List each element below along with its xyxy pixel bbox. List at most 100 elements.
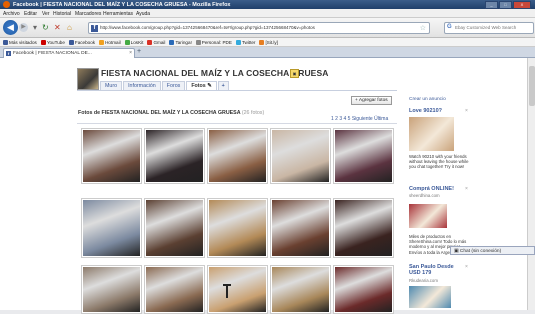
photo-thumbnail[interactable] <box>207 198 268 258</box>
tab-bar: f Facebook | FIESTA NACIONAL DE... × + <box>0 47 535 58</box>
back-arrow-icon[interactable]: ◀ <box>3 20 18 35</box>
bookmark-item[interactable]: LosKit <box>124 39 143 45</box>
photo-thumbnail[interactable] <box>333 128 394 184</box>
bookmark-favicon-icon <box>147 39 153 45</box>
bookmark-label: Twitter <box>241 39 256 45</box>
menu-bar: Archivo Editar Ver Historial Marcadores … <box>0 9 535 18</box>
bookmark-label: Gmail <box>153 39 166 45</box>
bookmark-item[interactable]: Personal: PDE <box>195 39 232 45</box>
bookmarks-bar: Más visitados YouTube Facebook Hotmail LosKi… <box>0 38 535 47</box>
photo-image <box>209 130 266 182</box>
search-box[interactable]: G <box>444 22 534 34</box>
photo-image <box>209 200 266 256</box>
bookmark-favicon-icon <box>195 39 201 45</box>
photo-thumbnail[interactable] <box>207 128 268 184</box>
chat-label: Chat (sin conexión) <box>459 249 502 254</box>
photo-thumbnail[interactable] <box>333 198 394 258</box>
add-photos-button[interactable]: + Agregar fotos <box>351 96 392 105</box>
scrollbar[interactable] <box>527 58 535 310</box>
firefox-logo-icon <box>3 1 10 8</box>
photo-thumbnail[interactable] <box>144 198 205 258</box>
photo-thumbnail[interactable] <box>207 265 268 314</box>
close-window-button[interactable]: X <box>513 1 531 9</box>
menu-ver[interactable]: Ver <box>42 11 50 17</box>
photo-thumbnail[interactable] <box>270 128 331 184</box>
search-input[interactable] <box>455 24 529 31</box>
photo-image <box>335 267 392 312</box>
divider <box>77 90 397 91</box>
photo-thumbnail[interactable] <box>144 265 205 314</box>
bookmark-item[interactable]: Hotmail <box>99 39 121 45</box>
menu-herramientas[interactable]: Herramientas <box>103 11 133 17</box>
close-icon[interactable]: × <box>465 108 468 114</box>
bookmark-item[interactable]: Gmail <box>147 39 166 45</box>
photo-image <box>146 200 203 256</box>
ad-image[interactable] <box>409 286 451 308</box>
tab-close-icon[interactable]: × <box>129 50 132 56</box>
ad-domain: Rkudearia.com <box>409 278 438 283</box>
bookmark-label: Más visitados <box>9 39 37 45</box>
url-bar[interactable]: f http://www.facebook.com/group.php?gid=… <box>88 22 430 34</box>
stop-icon[interactable]: ✕ <box>54 23 61 32</box>
tab-label: Facebook | FIESTA NACIONAL DE... <box>13 50 92 56</box>
bookmark-label: Personal: PDE <box>201 39 232 45</box>
facebook-favicon-icon: f <box>6 50 11 56</box>
pagination[interactable]: 1 2 3 4 5 Siguiente Última <box>331 116 388 122</box>
photo-image <box>335 130 392 182</box>
home-icon[interactable]: ⌂ <box>67 23 72 32</box>
ad-title[interactable]: Love 90210? <box>409 108 442 114</box>
photo-thumbnail[interactable] <box>270 265 331 314</box>
text-cursor-icon <box>223 284 231 298</box>
close-icon[interactable]: × <box>465 186 468 192</box>
photos-heading: Fotos de FIESTA NACIONAL DEL MAÍZ Y LA C… <box>78 110 264 116</box>
bookmark-star-icon[interactable]: ☆ <box>420 24 426 32</box>
photos-heading-text: Fotos de FIESTA NACIONAL DEL MAÍZ Y LA C… <box>78 110 241 116</box>
ad-title[interactable]: Comprá ONLINE! <box>409 186 454 192</box>
bookmark-label: Hotmail <box>105 39 121 45</box>
search-engine-icon[interactable]: G <box>447 24 452 30</box>
photo-thumbnail[interactable] <box>333 265 394 314</box>
photo-image <box>209 267 266 312</box>
photo-image <box>272 267 329 312</box>
bookmark-item[interactable]: Taringa! <box>169 39 192 45</box>
ad-title[interactable]: San Paulo Desde USD 179 <box>409 264 454 276</box>
window-title: Facebook | FIESTA NACIONAL DEL MAÍZ Y LA… <box>13 1 231 8</box>
chat-bar[interactable]: ▣ Chat (sin conexión) <box>450 246 535 255</box>
bookmark-favicon-icon <box>99 39 105 45</box>
bookmark-item[interactable]: Más visitados <box>3 39 37 45</box>
dropdown-icon[interactable]: ▾ <box>33 23 37 32</box>
ad-image[interactable] <box>409 204 447 228</box>
new-tab-button[interactable]: + <box>137 48 141 55</box>
forward-arrow-icon[interactable]: ▶ <box>19 23 28 32</box>
tab-facebook[interactable]: f Facebook | FIESTA NACIONAL DE... × <box>3 48 135 58</box>
photo-image <box>335 200 392 256</box>
photo-thumbnail[interactable] <box>81 265 142 314</box>
photo-image <box>83 130 140 182</box>
bookmark-favicon-icon <box>3 39 8 45</box>
photo-thumbnail[interactable] <box>81 128 142 184</box>
close-icon[interactable]: × <box>465 264 468 270</box>
maximize-button[interactable]: □ <box>499 1 512 9</box>
create-ad-link[interactable]: Crear un anuncio <box>409 97 446 102</box>
menu-ayuda[interactable]: Ayuda <box>136 11 150 17</box>
reload-icon[interactable]: ↻ <box>42 23 49 32</box>
bookmark-item[interactable]: Facebook <box>68 39 95 45</box>
menu-editar[interactable]: Editar <box>24 11 37 17</box>
photo-thumbnail[interactable] <box>144 128 205 184</box>
bookmark-item[interactable]: [Sit.ly] <box>259 39 278 45</box>
menu-archivo[interactable]: Archivo <box>3 11 20 17</box>
bookmark-favicon-icon <box>259 39 265 45</box>
menu-historial[interactable]: Historial <box>53 11 71 17</box>
minimize-button[interactable]: _ <box>485 1 498 9</box>
photo-image <box>146 130 203 182</box>
bookmark-item[interactable]: Twitter <box>235 39 256 45</box>
group-picture[interactable] <box>77 68 99 90</box>
photo-thumbnail[interactable] <box>81 198 142 258</box>
menu-marcadores[interactable]: Marcadores <box>75 11 101 17</box>
scrollbar-thumb[interactable] <box>529 66 535 106</box>
photo-thumbnail[interactable] <box>270 198 331 258</box>
ad-image[interactable] <box>409 117 454 151</box>
photo-image <box>272 130 329 182</box>
bookmark-item[interactable]: YouTube <box>40 39 65 45</box>
bookmark-label: [Sit.ly] <box>265 39 278 45</box>
